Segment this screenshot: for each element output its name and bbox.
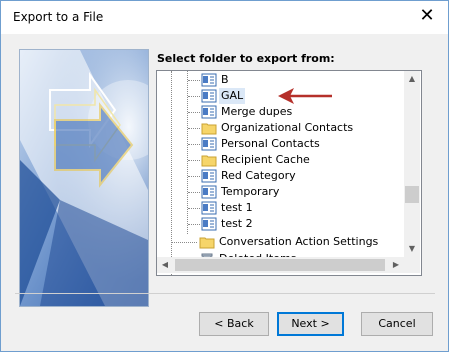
export-dialog: Export to a File ✕ Select folder to expo… — [0, 0, 449, 352]
tree-item-label: test 2 — [221, 217, 253, 230]
cancel-button[interactable]: Cancel — [361, 312, 433, 336]
horizontal-scroll-thumb[interactable] — [175, 259, 385, 271]
wizard-banner-image — [19, 49, 149, 307]
tree-item-label: Temporary — [221, 185, 280, 198]
tree-item-label: GAL — [219, 88, 246, 104]
tree-item[interactable]: Temporary — [157, 184, 405, 200]
annotation-arrow-icon — [278, 88, 332, 104]
vertical-scrollbar[interactable]: ▲ ▼ — [404, 71, 420, 257]
tree-item-label: Conversation Action Settings — [219, 235, 379, 248]
tree-item[interactable]: Personal Contacts — [157, 136, 405, 152]
tree-item-label: Recipient Cache — [221, 153, 310, 166]
tree-item-label: test 1 — [221, 201, 253, 214]
tree-item[interactable]: Organizational Contacts — [157, 120, 405, 136]
tree-item[interactable]: test 2 — [157, 216, 405, 232]
title-bar: Export to a File ✕ — [1, 1, 448, 34]
scroll-down-icon[interactable]: ▼ — [404, 241, 420, 257]
tree-item[interactable]: test 1 — [157, 200, 405, 216]
vertical-scroll-thumb[interactable] — [405, 186, 419, 203]
dialog-title: Export to a File — [13, 10, 104, 24]
scroll-right-icon[interactable]: ▶ — [388, 257, 404, 273]
scrollbar-corner — [404, 257, 420, 273]
tree-item[interactable]: Red Category — [157, 168, 405, 184]
folder-prompt-label: Select folder to export from: — [157, 52, 335, 65]
footer-separator — [15, 293, 435, 294]
scroll-left-icon[interactable]: ◀ — [157, 257, 173, 273]
close-icon[interactable]: ✕ — [416, 5, 438, 27]
tree-item[interactable]: Recipient Cache — [157, 152, 405, 168]
next-button[interactable]: Next > — [277, 312, 344, 336]
tree-item-label: Organizational Contacts — [221, 121, 354, 134]
tree-item-label: B — [221, 73, 229, 86]
scroll-up-icon[interactable]: ▲ — [404, 71, 420, 87]
tree-item-label: Personal Contacts — [221, 137, 320, 150]
tree-item-label: Red Category — [221, 169, 296, 182]
tree-item[interactable]: Conversation Action Settings — [157, 234, 405, 250]
back-button[interactable]: < Back — [199, 312, 269, 336]
